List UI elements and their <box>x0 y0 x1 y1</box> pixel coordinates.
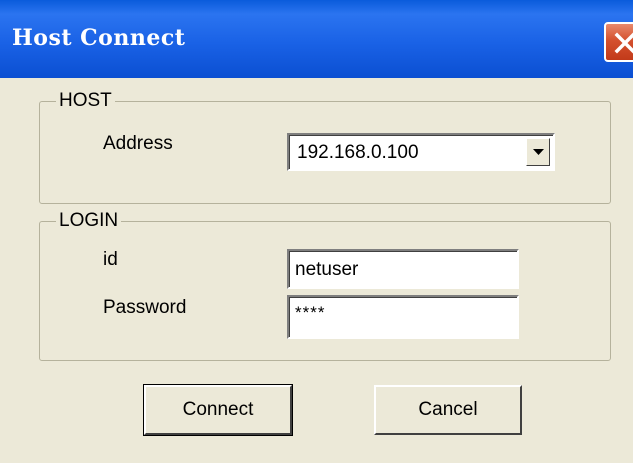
address-dropdown-button[interactable] <box>526 138 550 166</box>
id-label: id <box>103 249 118 270</box>
close-button[interactable] <box>604 22 633 62</box>
login-legend: LOGIN <box>56 211 122 231</box>
host-legend: HOST <box>56 91 115 111</box>
address-label: Address <box>103 133 173 154</box>
connect-button[interactable]: Connect <box>143 384 293 436</box>
cancel-button[interactable]: Cancel <box>374 385 522 435</box>
title-bar[interactable]: Host Connect <box>0 0 633 78</box>
password-label: Password <box>103 297 187 318</box>
login-groupbox: LOGIN <box>39 211 611 361</box>
address-combobox[interactable]: 192.168.0.100 <box>287 133 555 171</box>
cancel-label: Cancel <box>418 399 478 420</box>
password-value: **** <box>295 303 326 322</box>
window-title: Host Connect <box>12 25 186 51</box>
connect-label: Connect <box>182 399 254 420</box>
id-value: netuser <box>295 259 359 280</box>
address-value: 192.168.0.100 <box>297 142 419 163</box>
password-field[interactable]: **** <box>287 295 519 339</box>
id-field[interactable]: netuser <box>287 249 519 289</box>
